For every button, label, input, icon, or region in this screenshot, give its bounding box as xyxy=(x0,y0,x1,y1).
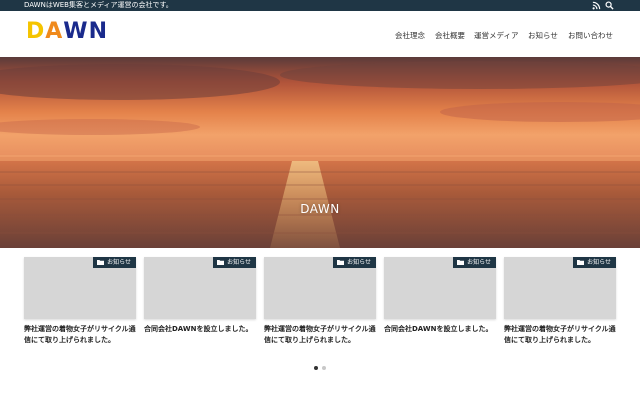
nav-item-contact[interactable]: お問い合わせ xyxy=(568,30,613,41)
nav-item-company[interactable]: 会社概要 xyxy=(435,30,465,41)
category-badge: お知らせ xyxy=(453,257,496,268)
logo-letter: A xyxy=(45,19,64,44)
card-title[interactable]: 合同会社DAWNを設立しました。 xyxy=(384,324,496,335)
site-logo[interactable]: DAWN xyxy=(26,19,108,45)
folder-icon xyxy=(217,260,225,265)
card-title[interactable]: 弊社運営の着物女子がリサイクル通信にて取り上げられました。 xyxy=(264,324,376,346)
category-badge: お知らせ xyxy=(93,257,136,268)
hero-banner: DAWN xyxy=(0,57,640,248)
folder-icon xyxy=(577,260,585,265)
category-badge: お知らせ xyxy=(333,257,376,268)
card-title[interactable]: 弊社運営の着物女子がリサイクル通信にて取り上げられました。 xyxy=(504,324,616,346)
logo-letter: D xyxy=(26,19,46,44)
badge-label: お知らせ xyxy=(587,259,611,266)
top-bar: DAWNはWEB集客とメディア運営の会社です。 xyxy=(0,0,640,11)
nav-item-news[interactable]: お知らせ xyxy=(528,30,558,41)
category-badge: お知らせ xyxy=(573,257,616,268)
card-title[interactable]: 合同会社DAWNを設立しました。 xyxy=(144,324,256,335)
site-tagline: DAWNはWEB集客とメディア運営の会社です。 xyxy=(24,1,173,9)
folder-icon xyxy=(457,260,465,265)
nav-item-philosophy[interactable]: 会社理念 xyxy=(395,30,425,41)
category-badge: お知らせ xyxy=(213,257,256,268)
carousel-dot[interactable] xyxy=(322,366,326,370)
carousel-dot-active[interactable] xyxy=(314,366,318,370)
search-icon[interactable] xyxy=(605,1,614,10)
hero-title: DAWN xyxy=(300,202,340,216)
site-header: DAWN 会社理念 会社概要 運営メディア お知らせ お問い合わせ xyxy=(0,11,640,57)
rss-icon[interactable] xyxy=(592,1,601,10)
logo-letter: W xyxy=(63,19,89,44)
card-title[interactable]: 弊社運営の着物女子がリサイクル通信にて取り上げられました。 xyxy=(24,324,136,346)
badge-label: お知らせ xyxy=(227,259,251,266)
badge-label: お知らせ xyxy=(347,259,371,266)
nav-item-media[interactable]: 運営メディア xyxy=(474,30,518,41)
badge-label: お知らせ xyxy=(107,259,131,266)
sunset-image xyxy=(0,57,640,248)
folder-icon xyxy=(337,260,345,265)
badge-label: お知らせ xyxy=(467,259,491,266)
logo-letter: N xyxy=(88,19,108,44)
folder-icon xyxy=(97,260,105,265)
